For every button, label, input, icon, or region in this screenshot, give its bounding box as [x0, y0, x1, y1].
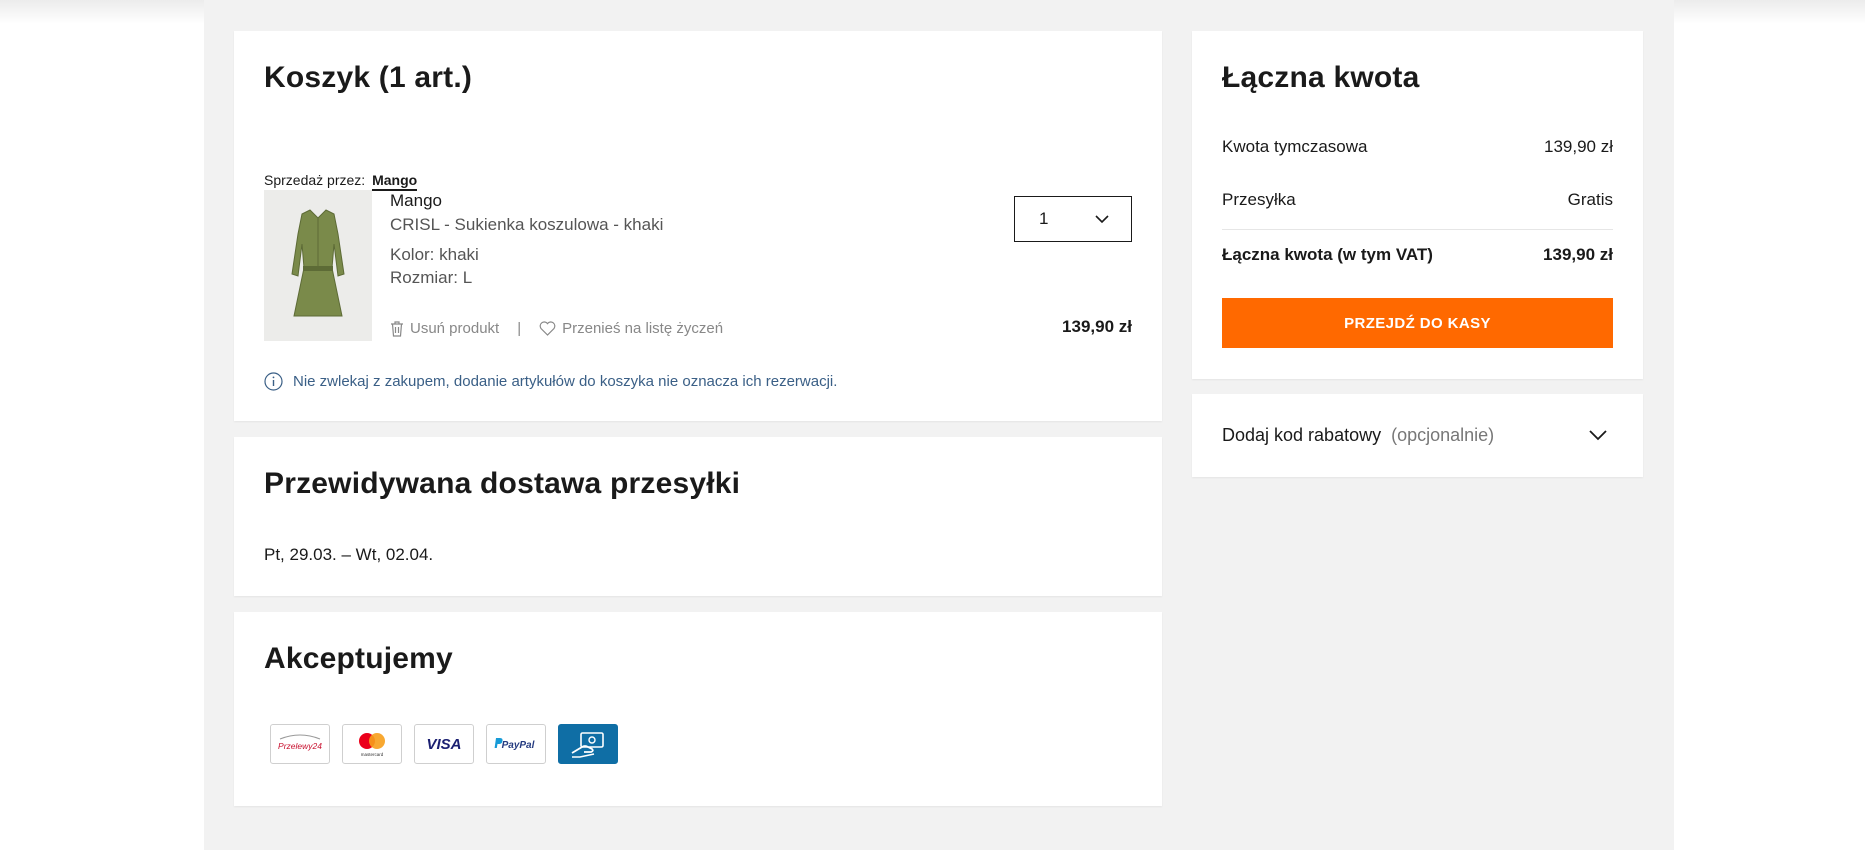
product-color: Kolor: khaki	[390, 245, 479, 264]
khaki-dress-icon	[291, 208, 345, 316]
product-brand[interactable]: Mango	[390, 191, 442, 211]
cart-title: Koszyk (1 art.)	[264, 61, 473, 94]
total-label: Łączna kwota (w tym VAT)	[1222, 245, 1433, 264]
visa-logo: VISA	[414, 724, 474, 764]
discount-label-wrap: Dodaj kod rabatowy (opcjonalnie)	[1222, 425, 1494, 446]
move-to-wishlist-button[interactable]: Przenieś na listę życzeń	[539, 320, 723, 337]
summary-divider	[1222, 229, 1613, 230]
paypal-text: PayPal	[502, 740, 535, 751]
shipping-label: Przesyłka	[1222, 190, 1296, 209]
delivery-title: Przewidywana dostawa przesyłki	[264, 467, 741, 500]
seller-link[interactable]: Mango	[372, 172, 418, 191]
product-price: 139,90 zł	[1062, 317, 1132, 336]
delivery-card: Przewidywana dostawa przesyłki Pt, 29.03…	[234, 437, 1162, 596]
checkout-button[interactable]: PRZEJDŹ DO KASY	[1222, 298, 1613, 348]
info-icon	[264, 372, 283, 391]
chevron-down-icon	[1095, 214, 1109, 223]
product-actions: Usuń produkt | Przenieś na listę życzeń	[390, 320, 723, 337]
seller-label: Sprzedaż przez:	[264, 172, 366, 188]
summary-card: Łączna kwota Kwota tymczasowa 139,90 zł …	[1192, 31, 1643, 379]
chevron-down-icon	[1589, 430, 1607, 441]
discount-code-toggle[interactable]: Dodaj kod rabatowy (opcjonalnie)	[1192, 394, 1643, 477]
delivery-dates: Pt, 29.03. – Wt, 02.04.	[264, 545, 434, 564]
remove-product-button[interactable]: Usuń produkt	[390, 320, 499, 337]
product-name[interactable]: CRISL - Sukienka koszulowa - khaki	[390, 215, 663, 235]
move-to-wishlist-label: Przenieś na listę życzeń	[562, 320, 724, 337]
total-value: 139,90 zł	[1543, 245, 1613, 264]
payments-card: Akceptujemy Przelewy24 mastercard VISA P…	[234, 612, 1162, 806]
cash-on-delivery-logo	[558, 724, 618, 764]
actions-separator: |	[517, 320, 522, 337]
cash-hand-icon	[571, 732, 604, 758]
payment-methods: Przelewy24 mastercard VISA PayPal	[270, 724, 618, 764]
mastercard-logo: mastercard	[342, 724, 402, 764]
visa-text: VISA	[426, 736, 461, 753]
subtotal-label: Kwota tymczasowa	[1222, 137, 1368, 156]
quantity-select[interactable]: 1	[1014, 196, 1132, 242]
cart-card: Koszyk (1 art.) Sprzedaż przez: Mango Ma…	[234, 31, 1162, 421]
product-size: Rozmiar: L	[390, 268, 473, 287]
seller-info: Sprzedaż przez: Mango	[264, 172, 418, 191]
paypal-logo: PayPal	[486, 724, 546, 764]
shipping-row: Przesyłka Gratis	[1222, 190, 1613, 210]
subtotal-value: 139,90 zł	[1544, 137, 1613, 156]
shipping-value: Gratis	[1567, 190, 1613, 209]
przelewy24-text: Przelewy24	[278, 741, 322, 751]
product-image[interactable]	[264, 190, 372, 341]
przelewy24-logo: Przelewy24	[270, 724, 330, 764]
mastercard-text: mastercard	[361, 752, 384, 757]
discount-optional: (opcjonalnie)	[1391, 425, 1495, 445]
discount-label: Dodaj kod rabatowy	[1222, 425, 1382, 445]
total-row: Łączna kwota (w tym VAT) 139,90 zł	[1222, 245, 1613, 265]
reservation-notice-text: Nie zwlekaj z zakupem, dodanie artykułów…	[293, 373, 838, 390]
payments-title: Akceptujemy	[264, 642, 453, 675]
reservation-notice: Nie zwlekaj z zakupem, dodanie artykułów…	[264, 372, 837, 391]
remove-product-label: Usuń produkt	[410, 320, 500, 337]
trash-icon	[391, 320, 403, 337]
summary-title: Łączna kwota	[1222, 61, 1420, 94]
subtotal-row: Kwota tymczasowa 139,90 zł	[1222, 137, 1613, 157]
quantity-value: 1	[1039, 209, 1049, 228]
heart-icon	[539, 321, 556, 336]
